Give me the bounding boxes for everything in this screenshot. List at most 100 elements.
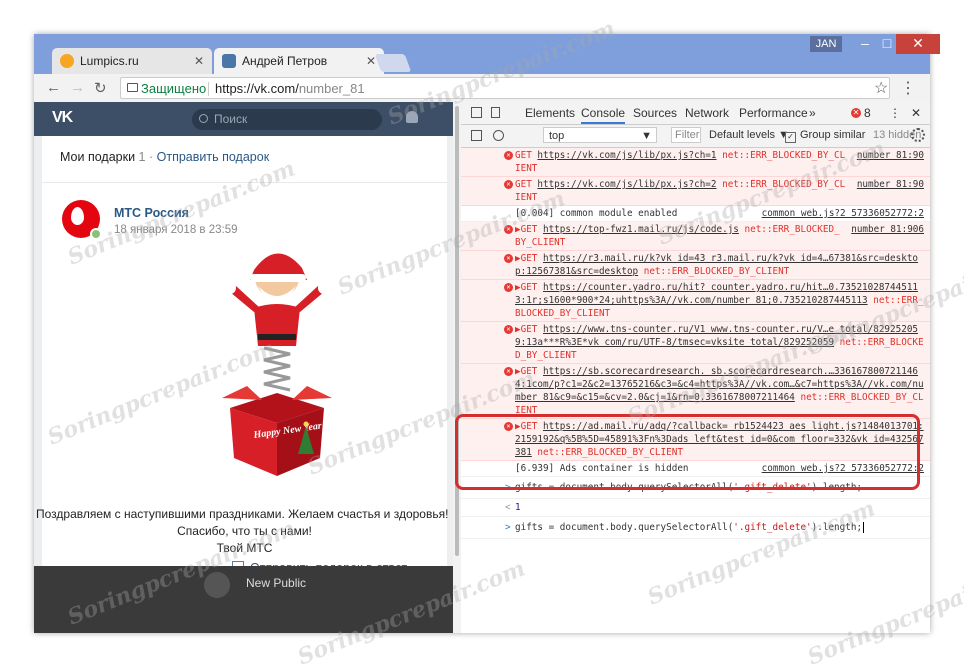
tab-performance[interactable]: Performance [739, 106, 808, 120]
tab-sources[interactable]: Sources [633, 106, 677, 120]
console-result-row: <1 [461, 499, 930, 517]
lumpics-favicon-icon [60, 54, 74, 68]
log-text: ▶GET [515, 324, 543, 335]
close-tab-icon[interactable]: ✕ [366, 54, 376, 68]
tab-title: Андрей Петров [242, 54, 328, 68]
vk-search-input[interactable]: Поиск [192, 109, 382, 130]
log-text: ▶GET [515, 253, 543, 264]
browser-window: Lumpics.ru ✕ Андрей Петров ✕ JAN – □ ✕ ←… [34, 34, 940, 633]
devtools-menu-icon[interactable]: ⋮ [889, 106, 901, 120]
group-similar-label: Group similar [800, 129, 866, 141]
close-window-button[interactable]: ✕ [896, 34, 940, 54]
error-count[interactable]: 8 [864, 106, 871, 120]
devtools-splitter[interactable] [453, 102, 461, 633]
mts-logo-icon [71, 207, 84, 225]
gifts-count: 1 [138, 150, 146, 164]
back-arrow-icon[interactable]: ← [46, 79, 61, 96]
lock-icon [127, 83, 138, 92]
console-error-row[interactable]: ✕ ▶GET https://r3.mail.ru/k?vk id=43 r3.m… [461, 251, 930, 280]
show-sidebar-icon[interactable] [471, 130, 482, 141]
clear-console-icon[interactable] [493, 130, 504, 141]
source-link[interactable]: number 81:90 [857, 178, 924, 191]
sender-name[interactable]: МТС Россия [114, 206, 189, 220]
tab-elements[interactable]: Elements [525, 106, 575, 120]
log-text: GET [515, 150, 538, 161]
devtools-tabbar: Elements Console Sources Network Perform… [461, 102, 930, 125]
divider [208, 82, 209, 96]
code-text: gifts = document.body.querySelectorAll( [515, 522, 734, 533]
avatar[interactable] [204, 572, 230, 598]
inspect-element-icon[interactable] [471, 107, 482, 118]
congratulation-text: Поздравляем с наступившими праздниками. … [36, 506, 448, 557]
source-link[interactable]: number 81:90 [857, 149, 924, 162]
request-url-link[interactable]: https://top-fwz1.mail.ru/js/code.js [543, 224, 739, 235]
console-error-row[interactable]: ✕ ▶GET https://sb.scorecardresearch. sb.s… [461, 364, 930, 419]
log-levels-select[interactable]: Default levels ▼ [709, 129, 789, 141]
vk-page: VK Поиск Мои подарки 1 · Отправить подар… [34, 102, 453, 633]
close-tab-icon[interactable]: ✕ [194, 54, 204, 68]
profile-badge[interactable]: JAN [810, 36, 842, 52]
search-placeholder: Поиск [214, 112, 248, 126]
console-error-row[interactable]: ✕ number 81:90 GET https://vk.com/js/lib/p… [461, 177, 930, 206]
filter-input[interactable]: Filter [671, 127, 701, 143]
gift-image: Happy New Year! [222, 250, 332, 476]
prompt-chevron-icon: > [505, 522, 511, 533]
error-icon: ✕ [504, 325, 513, 334]
tab-lumpics[interactable]: Lumpics.ru ✕ [52, 48, 212, 74]
group-similar-checkbox[interactable]: ✓ Group similar [785, 129, 865, 143]
tab-network[interactable]: Network [685, 106, 729, 120]
maximize-button[interactable]: □ [880, 34, 894, 54]
text-cursor [863, 522, 865, 533]
request-url-link[interactable]: https://counter.yadro.ru/hit? counter.ya… [515, 282, 918, 306]
error-icon: ✕ [504, 283, 513, 292]
notifications-bell-icon[interactable] [406, 111, 418, 123]
dropdown-arrow-icon: ▼ [641, 130, 652, 142]
console-error-row[interactable]: ✕ number 81:906 ▶GET https://top-fwz1.mail… [461, 222, 930, 251]
congrats-line: Поздравляем с наступившими праздниками. … [36, 507, 449, 521]
reload-icon[interactable]: ↻ [94, 79, 107, 97]
error-icon: ✕ [504, 151, 513, 160]
result-value: 1 [515, 502, 521, 513]
gifts-header: Мои подарки 1 · Отправить подарок [60, 150, 269, 164]
forward-arrow-icon[interactable]: → [70, 79, 85, 96]
public-name[interactable]: New Public [246, 576, 306, 590]
new-tab-button[interactable] [374, 54, 412, 72]
address-bar[interactable]: Защищено https://vk.com/number_81 [120, 77, 890, 99]
close-devtools-icon[interactable]: ✕ [911, 106, 921, 120]
console-prompt-input[interactable]: > gifts = document.body.querySelectorAll(… [461, 517, 930, 539]
vk-logo-icon[interactable]: VK [52, 109, 73, 127]
tab-vk[interactable]: Андрей Петров ✕ [214, 48, 384, 74]
log-text: ▶GET [515, 224, 543, 235]
gifts-card: Мои подарки 1 · Отправить подарок МТС Ро… [36, 136, 448, 575]
browser-menu-icon[interactable]: ⋮ [900, 78, 916, 98]
console-error-row[interactable]: ✕ ▶GET https://www.tns-counter.ru/V1 www.… [461, 322, 930, 364]
more-tabs-button[interactable]: » [809, 106, 816, 120]
sender-date: 18 января 2018 в 23:59 [114, 224, 238, 236]
context-value: top [549, 130, 565, 142]
console-error-row[interactable]: ✕ number 81:90 GET https://vk.com/js/lib/p… [461, 148, 930, 177]
tab-console[interactable]: Console [581, 106, 626, 124]
device-toolbar-icon[interactable] [491, 107, 500, 118]
url-path: number_81 [298, 81, 365, 96]
log-text: ▶GET [515, 282, 543, 293]
checkbox-checked-icon: ✓ [785, 132, 796, 143]
secure-label: Защищено [141, 81, 207, 96]
vk-favicon-icon [222, 54, 236, 68]
vk-header: VK Поиск [34, 102, 453, 136]
bookmark-star-icon[interactable]: ☆ [874, 78, 888, 98]
avatar[interactable] [62, 200, 102, 240]
context-select[interactable]: top ▼ [543, 127, 657, 143]
source-link[interactable]: number 81:906 [851, 223, 924, 236]
source-link[interactable]: common web.js?2 57336052772:2 [762, 207, 924, 220]
result-arrow-icon: < [505, 502, 511, 513]
minimize-button[interactable]: – [850, 34, 880, 54]
console-error-row[interactable]: ✕ ▶GET https://counter.yadro.ru/hit? coun… [461, 280, 930, 322]
gear-icon[interactable] [911, 128, 925, 142]
request-url-link[interactable]: https://vk.com/js/lib/px.js?ch=1 [537, 150, 716, 161]
console-info-row[interactable]: common web.js?2 57336052772:2 [0.004] com… [461, 206, 930, 222]
send-gift-link[interactable]: Отправить подарок [157, 150, 270, 164]
congrats-line: Твой МТС [216, 541, 273, 555]
request-url-link[interactable]: https://vk.com/js/lib/px.js?ch=2 [537, 179, 716, 190]
gifts-title[interactable]: Мои подарки [60, 150, 135, 164]
divider [42, 182, 447, 183]
